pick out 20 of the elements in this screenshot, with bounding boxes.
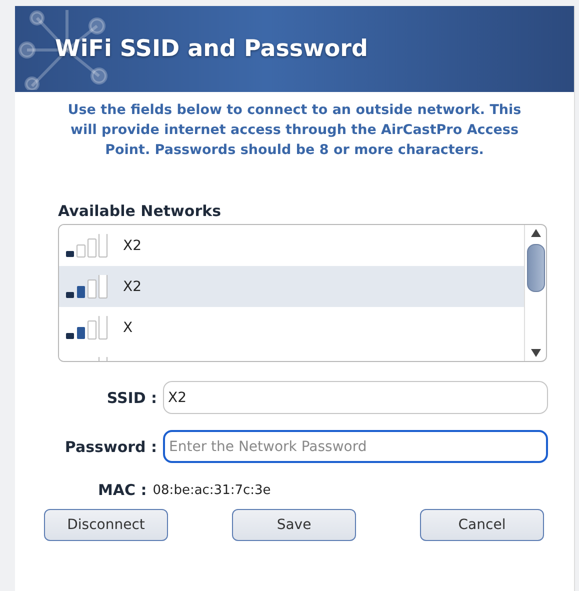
ssid-label: SSID : (106, 388, 157, 406)
network-item[interactable]: X2 (59, 266, 524, 307)
disconnect-button[interactable]: Disconnect (44, 509, 168, 541)
window-title: WiFi SSID and Password (55, 36, 368, 62)
mac-label: MAC : (98, 481, 147, 499)
scrollbar[interactable] (524, 225, 546, 361)
networks-label: Available Networks (58, 202, 222, 220)
network-name: X2 (123, 238, 142, 254)
mac-address: 08:be:ac:31:7c:3e (152, 482, 271, 498)
password-field[interactable]: Enter the Network Password (163, 430, 548, 463)
instructions-text: Use the fields below to connect to an outside network. This will provide internet access through the AirCastPro Access Point. Passwords should be 8 or more characters. (66, 101, 522, 160)
network-name: X (123, 320, 133, 336)
scroll-thumb[interactable] (526, 244, 544, 292)
password-label: Password : (64, 438, 157, 456)
scroll-up-icon[interactable] (530, 229, 540, 237)
save-button[interactable]: Save (232, 509, 356, 541)
network-name: X2 (123, 278, 142, 294)
cancel-button[interactable]: Cancel (420, 509, 544, 541)
scroll-down-icon[interactable] (530, 349, 540, 357)
ssid-field[interactable]: X2 (163, 381, 548, 414)
